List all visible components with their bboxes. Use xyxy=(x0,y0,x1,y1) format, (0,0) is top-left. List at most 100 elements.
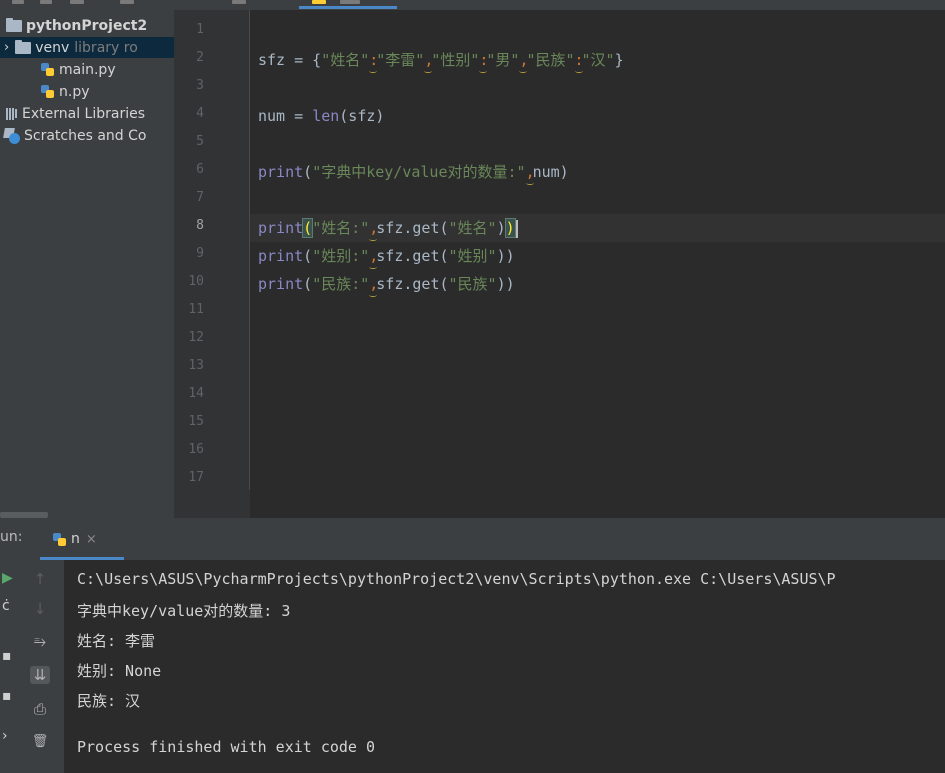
code-token: sfz = { xyxy=(258,51,322,69)
tree-item-project-root[interactable]: pythonProject2 xyxy=(6,15,147,36)
tree-item-label: venv xyxy=(35,39,70,56)
editor-tab-active[interactable] xyxy=(340,0,360,4)
gutter-divider xyxy=(249,10,250,490)
builtin-token: print xyxy=(258,163,304,181)
scroll-to-end-glyph: ⇊ xyxy=(29,666,51,684)
tree-item-label: pythonProject2 xyxy=(26,17,148,34)
tree-item-n-py[interactable]: n.py xyxy=(40,81,90,102)
tree-item-external-libraries[interactable]: External Libraries xyxy=(4,103,145,124)
code-token: ) xyxy=(496,219,506,237)
line-number: 7 xyxy=(196,190,204,205)
layout-icon[interactable]: ▪ xyxy=(2,688,12,704)
stop-icon[interactable]: ▪ xyxy=(2,648,12,664)
toolbar-icon[interactable] xyxy=(120,0,134,4)
code-token: ( xyxy=(303,275,313,293)
run-tab-label: n xyxy=(71,531,80,547)
tree-item-main-py[interactable]: main.py xyxy=(40,59,116,80)
line-number: 14 xyxy=(188,386,204,401)
toolbar-icon[interactable] xyxy=(70,0,84,4)
code-line-2[interactable]: sfz = {"姓名": "李雷", "性别": "男", "民族": "汉"} xyxy=(258,50,624,73)
run-tool-window-header: un: n × xyxy=(0,518,945,560)
python-run-icon xyxy=(52,532,67,547)
code-editor[interactable]: 1 2 3 4 5 6 7 8 9 10 11 12 13 14 15 16 1… xyxy=(174,10,945,518)
line-number: 3 xyxy=(196,78,204,93)
colon-separator: : xyxy=(479,50,488,73)
string-token: "字典中key/value对的数量:" xyxy=(312,163,526,181)
builtin-token: print xyxy=(258,247,304,265)
code-line-6[interactable]: print("字典中key/value对的数量:", num) xyxy=(258,162,569,185)
tree-item-venv[interactable]: › venv library ro xyxy=(0,37,174,58)
comma-separator: , xyxy=(369,246,378,269)
code-token: ( xyxy=(303,247,313,265)
comma-separator: , xyxy=(424,50,433,73)
code-token: } xyxy=(614,51,624,69)
project-tool-window: pythonProject2 › venv library ro main.py… xyxy=(0,10,174,518)
string-token: "姓别" xyxy=(448,247,497,265)
up-arrow-icon[interactable]: ↑ xyxy=(16,570,64,588)
code-token: sfz.get( xyxy=(376,247,449,265)
string-token: "男" xyxy=(486,51,520,69)
settings-icon[interactable]: ċ xyxy=(2,598,12,614)
matched-bracket: ) xyxy=(504,218,516,238)
folder-icon xyxy=(6,17,22,32)
string-token: "姓名" xyxy=(448,219,497,237)
line-number-current: 8 xyxy=(196,218,204,233)
run-label: un: xyxy=(0,529,23,545)
editor-tab-active-icon[interactable] xyxy=(312,0,326,4)
python-file-icon xyxy=(40,84,55,99)
tree-item-scratches[interactable]: Scratches and Co xyxy=(3,125,147,146)
comma-separator: , xyxy=(369,274,378,297)
code-line-10[interactable]: print("民族:", sfz.get("民族")) xyxy=(258,274,515,297)
line-number: 12 xyxy=(188,330,204,345)
run-console[interactable]: C:\Users\ASUS\PycharmProjects\pythonProj… xyxy=(64,560,945,773)
pin-icon[interactable]: › xyxy=(2,728,12,744)
soft-wrap-icon[interactable]: ⥱ xyxy=(16,632,64,650)
comma-separator: , xyxy=(519,50,529,73)
string-token: "民族:" xyxy=(312,275,370,293)
string-token: "汉" xyxy=(581,51,615,69)
line-number: 15 xyxy=(188,414,204,429)
toolbar-icon[interactable] xyxy=(40,0,52,4)
line-number: 1 xyxy=(196,22,204,37)
colon-separator: : xyxy=(574,50,584,73)
matched-bracket: ( xyxy=(302,218,314,238)
code-token: sfz.get( xyxy=(376,219,449,237)
comma-separator: , xyxy=(369,218,378,241)
chevron-right-icon[interactable]: › xyxy=(4,40,9,55)
string-token: "姓别:" xyxy=(312,247,370,265)
builtin-token: print xyxy=(258,275,304,293)
tree-item-label: Scratches and Co xyxy=(24,127,147,144)
toolbar-icon[interactable] xyxy=(12,0,24,4)
builtin-token: len xyxy=(312,107,340,125)
code-line-4[interactable]: num = len(sfz) xyxy=(258,106,384,126)
code-line-8[interactable]: print("姓名:", sfz.get("姓名")) xyxy=(258,218,518,241)
string-token: "民族" xyxy=(448,275,497,293)
library-icon xyxy=(4,107,18,120)
string-token: "性别" xyxy=(431,51,480,69)
print-icon[interactable]: ⎙ xyxy=(16,700,64,718)
rerun-icon[interactable]: ▶ xyxy=(2,570,13,586)
console-line: 姓名: 李雷 xyxy=(77,632,156,650)
down-arrow-icon[interactable]: ↓ xyxy=(16,600,64,618)
close-icon[interactable]: × xyxy=(86,532,97,547)
active-tab-indicator xyxy=(299,6,397,9)
editor-tab[interactable] xyxy=(232,0,246,4)
line-number: 5 xyxy=(196,134,204,149)
line-number: 2 xyxy=(196,50,204,65)
line-number: 17 xyxy=(188,470,204,485)
code-token: )) xyxy=(496,275,515,293)
folder-icon xyxy=(15,39,32,54)
code-token: num = xyxy=(258,107,313,125)
line-number: 11 xyxy=(188,302,204,317)
scroll-to-end-icon[interactable]: ⇊ xyxy=(16,666,64,684)
trash-icon[interactable]: 🗑 xyxy=(16,734,64,749)
builtin-token: print xyxy=(258,219,304,237)
run-tab-n[interactable]: n × xyxy=(40,518,124,560)
text-cursor xyxy=(515,219,518,238)
code-line-9[interactable]: print("姓别:", sfz.get("姓别")) xyxy=(258,246,515,269)
string-token: "李雷" xyxy=(376,51,425,69)
console-line: 字典中key/value对的数量: 3 xyxy=(77,602,291,620)
tree-item-label: n.py xyxy=(59,83,90,100)
console-line: 民族: 汉 xyxy=(77,692,141,710)
line-number: 16 xyxy=(188,442,204,457)
